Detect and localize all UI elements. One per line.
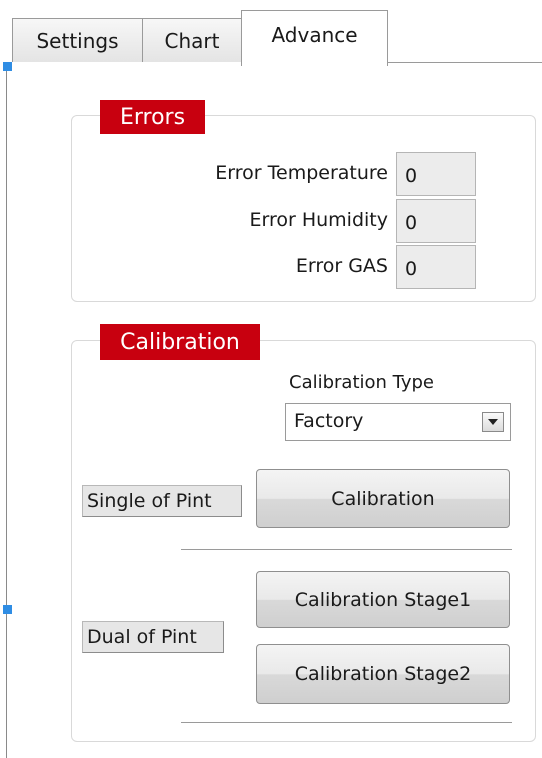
resize-handle-top[interactable] xyxy=(3,62,12,71)
error-temperature-field[interactable]: 0 xyxy=(396,152,476,196)
tab-settings[interactable]: Settings xyxy=(12,18,143,62)
error-humidity-label: Error Humidity xyxy=(249,209,388,231)
errors-group-title: Errors xyxy=(100,100,205,134)
calibration-type-select[interactable]: Factory xyxy=(285,403,511,441)
single-point-label: Single of Pint xyxy=(82,485,242,517)
error-gas-label: Error GAS xyxy=(295,255,388,277)
tab-advance[interactable]: Advance xyxy=(241,10,388,66)
tab-chart[interactable]: Chart xyxy=(142,18,242,62)
divider xyxy=(181,549,512,550)
resize-handle-middle[interactable] xyxy=(3,605,12,614)
error-temperature-label: Error Temperature xyxy=(215,162,388,184)
advance-panel: Settings Chart Advance Errors Error Temp… xyxy=(0,0,542,758)
divider xyxy=(181,722,512,723)
panel-left-border xyxy=(6,66,7,758)
chevron-down-icon[interactable] xyxy=(482,412,504,432)
calibration-stage2-button[interactable]: Calibration Stage2 xyxy=(256,644,510,704)
calibration-group-title: Calibration xyxy=(100,324,260,360)
error-gas-field[interactable]: 0 xyxy=(396,245,476,289)
calibration-button[interactable]: Calibration xyxy=(256,469,510,528)
dual-point-label: Dual of Pint xyxy=(82,621,224,653)
calibration-type-value: Factory xyxy=(294,410,364,432)
error-humidity-field[interactable]: 0 xyxy=(396,199,476,243)
tab-strip-border xyxy=(387,62,542,63)
calibration-stage1-button[interactable]: Calibration Stage1 xyxy=(256,571,510,628)
calibration-type-label: Calibration Type xyxy=(289,372,435,393)
